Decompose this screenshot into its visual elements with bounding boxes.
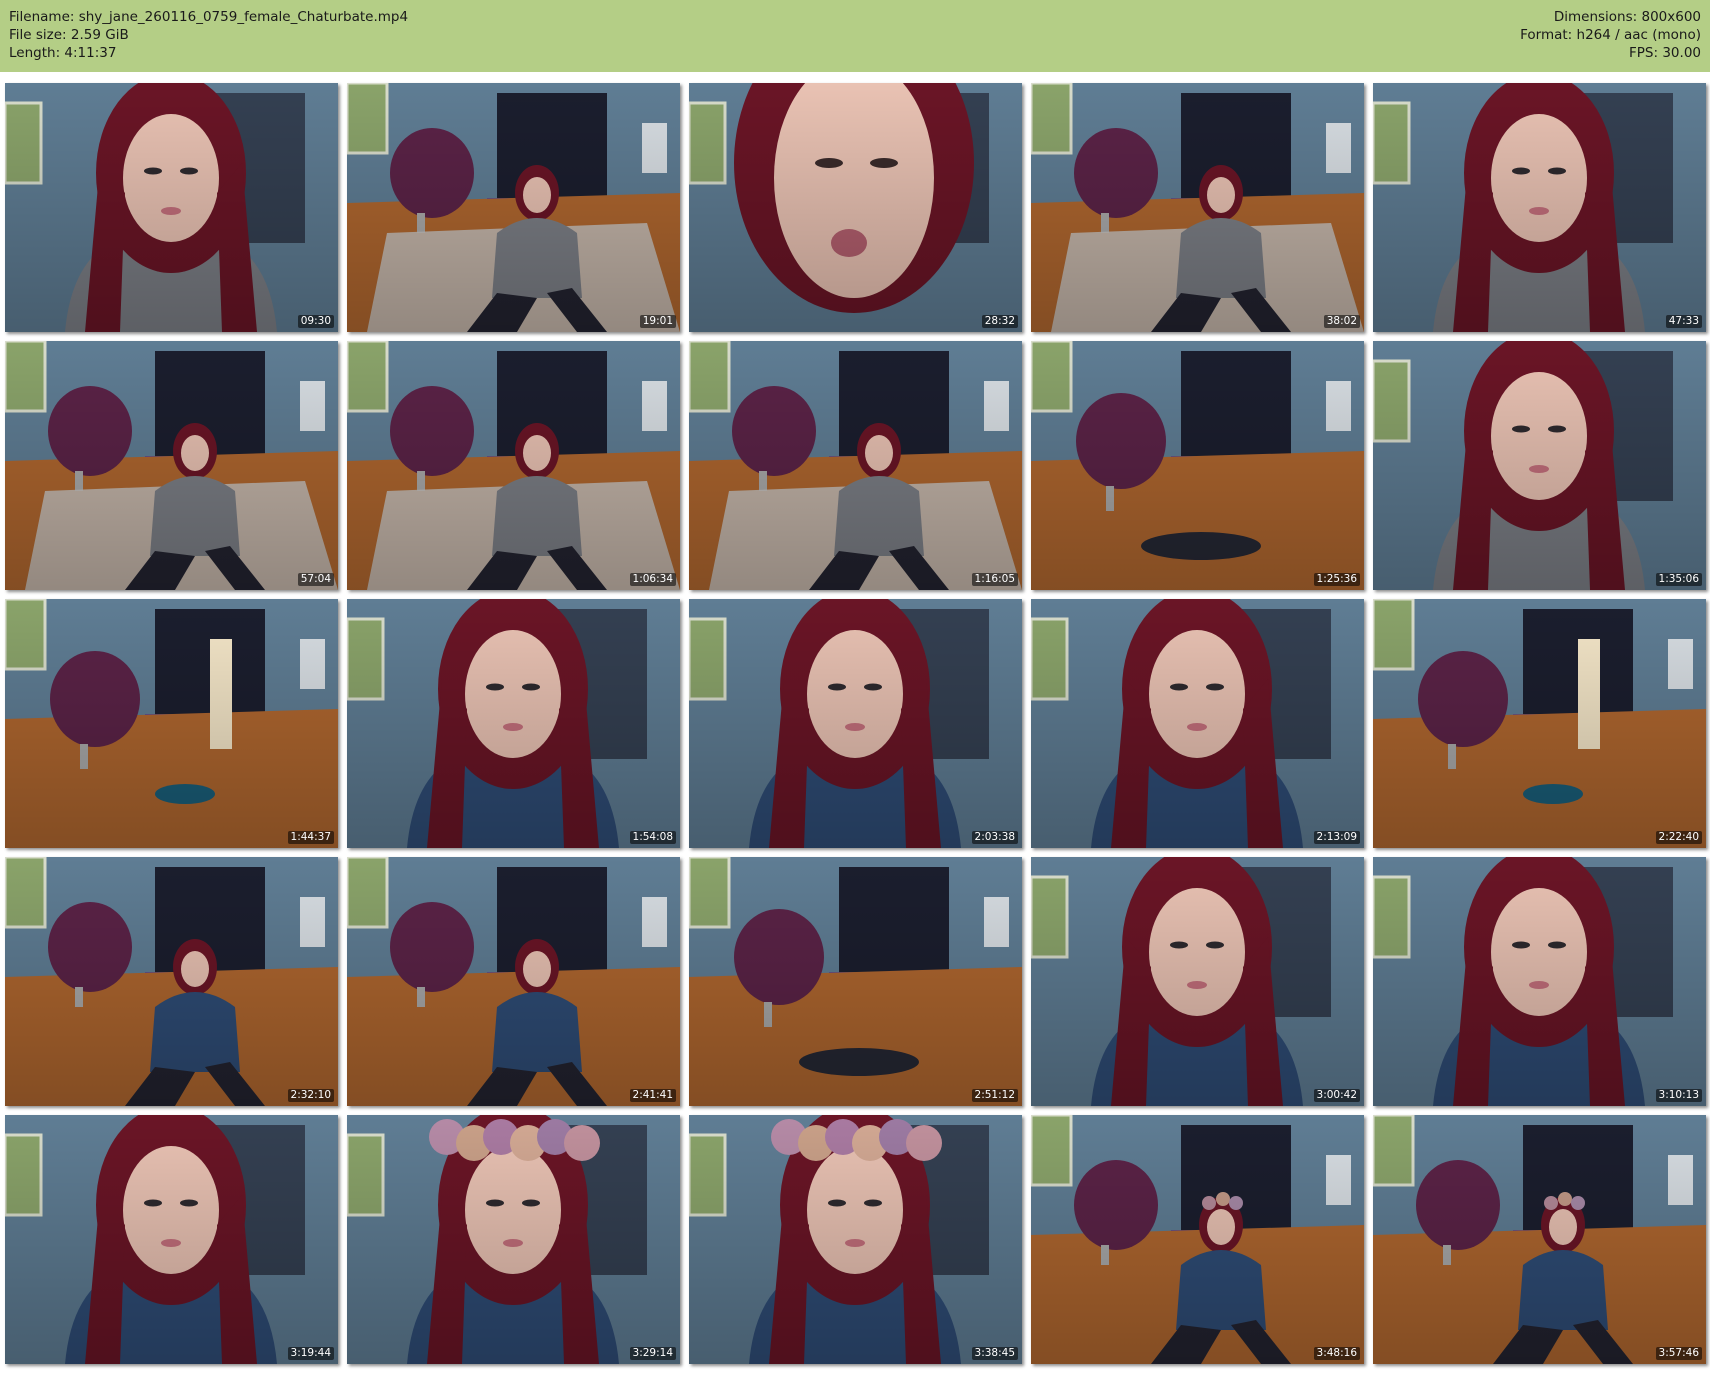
thumbnail-image (5, 857, 338, 1106)
thumbnail-image (1031, 857, 1364, 1106)
media-info: Dimensions: 800x600 Format: h264 / aac (… (1520, 8, 1701, 62)
thumbnail-timestamp: 1:44:37 (287, 831, 334, 844)
thumbnail-image (5, 1115, 338, 1364)
thumbnail-timestamp: 2:51:12 (971, 1089, 1018, 1102)
thumbnail-image (347, 1115, 680, 1364)
thumbnail-timestamp: 09:30 (297, 315, 334, 328)
fps-text: FPS: 30.00 (1629, 45, 1701, 61)
thumbnail-timestamp: 2:22:40 (1655, 831, 1702, 844)
thumbnail-timestamp: 38:02 (1323, 315, 1360, 328)
info-header: Filename: shy_jane_260116_0759_female_Ch… (0, 0, 1710, 72)
thumbnail-image (1031, 341, 1364, 590)
thumbnail-timestamp: 1:35:06 (1655, 573, 1702, 586)
thumbnail-timestamp: 2:41:41 (629, 1089, 676, 1102)
thumbnail-image (1373, 857, 1706, 1106)
thumbnail-timestamp: 28:32 (981, 315, 1018, 328)
video-thumbnail[interactable]: 2:51:12 (689, 857, 1022, 1106)
thumbnail-image (347, 857, 680, 1106)
dimensions-text: Dimensions: 800x600 (1553, 9, 1701, 25)
thumbnail-timestamp: 3:48:16 (1313, 1347, 1360, 1360)
thumbnail-timestamp: 1:25:36 (1313, 573, 1360, 586)
video-thumbnail[interactable]: 28:32 (689, 83, 1022, 332)
video-thumbnail[interactable]: 57:04 (5, 341, 338, 590)
video-thumbnail[interactable]: 3:00:42 (1031, 857, 1364, 1106)
video-thumbnail[interactable]: 38:02 (1031, 83, 1364, 332)
video-thumbnail[interactable]: 2:41:41 (347, 857, 680, 1106)
thumbnail-image (1373, 341, 1706, 590)
thumbnail-timestamp: 3:57:46 (1655, 1347, 1702, 1360)
thumbnail-image (689, 857, 1022, 1106)
thumbnail-image (1373, 1115, 1706, 1364)
thumbnail-grid: 09:30 19:01 28:32 38:02 47:33 57:04 1:06:34 1:1… (5, 83, 1706, 1364)
file-info: Filename: shy_jane_260116_0759_female_Ch… (9, 8, 408, 62)
video-thumbnail[interactable]: 3:29:14 (347, 1115, 680, 1364)
thumbnail-timestamp: 3:38:45 (971, 1347, 1018, 1360)
thumbnail-image (1031, 1115, 1364, 1364)
thumbnail-timestamp: 3:00:42 (1313, 1089, 1360, 1102)
thumbnail-image (347, 341, 680, 590)
thumbnail-image (1373, 599, 1706, 848)
video-thumbnail[interactable]: 3:57:46 (1373, 1115, 1706, 1364)
video-thumbnail[interactable]: 2:03:38 (689, 599, 1022, 848)
length-text: Length: 4:11:37 (9, 45, 117, 61)
video-thumbnail[interactable]: 3:48:16 (1031, 1115, 1364, 1364)
thumbnail-image (689, 341, 1022, 590)
thumbnail-image (5, 341, 338, 590)
thumbnail-timestamp: 3:10:13 (1655, 1089, 1702, 1102)
video-thumbnail[interactable]: 47:33 (1373, 83, 1706, 332)
video-thumbnail[interactable]: 2:13:09 (1031, 599, 1364, 848)
thumbnail-timestamp: 1:16:05 (971, 573, 1018, 586)
video-thumbnail[interactable]: 3:10:13 (1373, 857, 1706, 1106)
thumbnail-image (1031, 599, 1364, 848)
filesize-text: File size: 2.59 GiB (9, 27, 129, 43)
video-thumbnail[interactable]: 1:35:06 (1373, 341, 1706, 590)
format-text: Format: h264 / aac (mono) (1520, 27, 1701, 43)
video-thumbnail[interactable]: 19:01 (347, 83, 680, 332)
thumbnail-timestamp: 2:32:10 (287, 1089, 334, 1102)
video-thumbnail[interactable]: 3:38:45 (689, 1115, 1022, 1364)
thumbnail-timestamp: 2:03:38 (971, 831, 1018, 844)
thumbnail-timestamp: 47:33 (1665, 315, 1702, 328)
thumbnail-image (689, 83, 1022, 332)
video-thumbnail[interactable]: 2:32:10 (5, 857, 338, 1106)
video-thumbnail[interactable]: 09:30 (5, 83, 338, 332)
thumbnail-image (5, 83, 338, 332)
thumbnail-image (689, 1115, 1022, 1364)
thumbnail-image (1031, 83, 1364, 332)
video-thumbnail[interactable]: 2:22:40 (1373, 599, 1706, 848)
video-thumbnail[interactable]: 1:44:37 (5, 599, 338, 848)
thumbnail-timestamp: 1:54:08 (629, 831, 676, 844)
thumbnail-timestamp: 57:04 (297, 573, 334, 586)
video-thumbnail[interactable]: 1:16:05 (689, 341, 1022, 590)
thumbnail-timestamp: 19:01 (639, 315, 676, 328)
video-thumbnail[interactable]: 1:06:34 (347, 341, 680, 590)
video-thumbnail[interactable]: 1:25:36 (1031, 341, 1364, 590)
video-thumbnail[interactable]: 3:19:44 (5, 1115, 338, 1364)
thumbnail-image (347, 599, 680, 848)
thumbnail-timestamp: 3:19:44 (287, 1347, 334, 1360)
filename-text: Filename: shy_jane_260116_0759_female_Ch… (9, 9, 409, 25)
thumbnail-timestamp: 2:13:09 (1313, 831, 1360, 844)
thumbnail-timestamp: 3:29:14 (629, 1347, 676, 1360)
thumbnail-image (689, 599, 1022, 848)
thumbnail-image (1373, 83, 1706, 332)
thumbnail-image (347, 83, 680, 332)
thumbnail-image (5, 599, 338, 848)
thumbnail-timestamp: 1:06:34 (629, 573, 676, 586)
video-thumbnail[interactable]: 1:54:08 (347, 599, 680, 848)
